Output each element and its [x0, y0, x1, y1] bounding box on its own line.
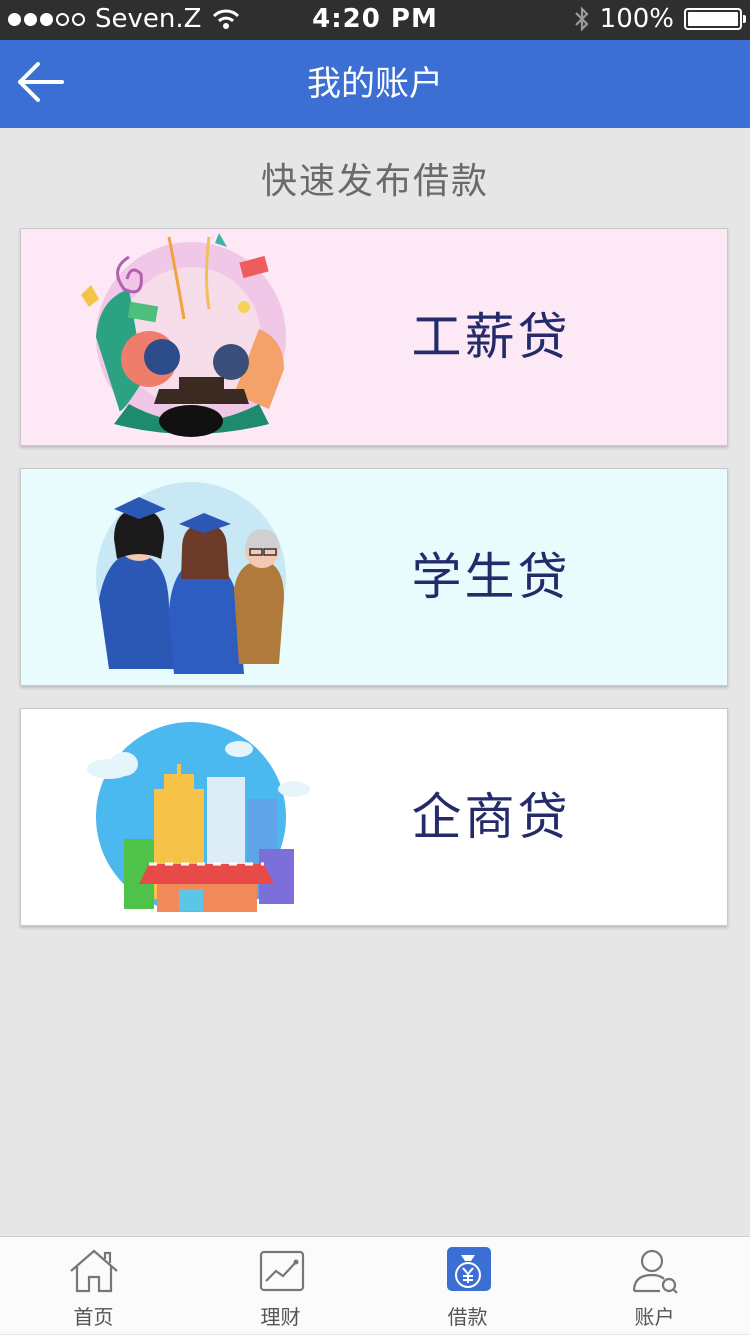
tab-home-label: 首页 [73, 1305, 114, 1329]
tab-home[interactable]: 首页 [0, 1237, 187, 1335]
tab-account-label: 账户 [634, 1305, 675, 1329]
tab-account[interactable]: 账户 [561, 1237, 748, 1335]
user-icon [632, 1249, 678, 1294]
business-loan-label: 企商贷 [411, 788, 571, 846]
status-bar: Seven.Z 4:20 PM 100% [0, 0, 750, 40]
money-bag-icon [447, 1247, 491, 1291]
celebration-illustration [81, 233, 286, 437]
battery-icon [684, 8, 746, 30]
tab-borrow[interactable]: 借款 [374, 1237, 561, 1335]
battery-percent: 100% [599, 4, 674, 34]
tab-bar: 首页 理财 借款 账户 [0, 1236, 750, 1334]
chart-icon [259, 1250, 305, 1292]
business-loan-card[interactable]: 企商贷 [20, 708, 728, 926]
home-icon [70, 1249, 118, 1293]
graduates-illustration [96, 482, 286, 674]
tab-borrow-label: 借款 [447, 1305, 488, 1329]
section-title: 快速发布借款 [260, 161, 489, 202]
bluetooth-icon [574, 6, 589, 32]
page-title: 我的账户 [307, 64, 443, 104]
tab-finance-label: 理财 [260, 1305, 301, 1329]
salary-loan-label: 工薪贷 [411, 308, 571, 366]
student-loan-label: 学生贷 [411, 548, 571, 606]
city-buildings-illustration [87, 722, 310, 912]
nav-bar: 我的账户 [0, 40, 750, 128]
tab-finance[interactable]: 理财 [187, 1237, 374, 1335]
salary-loan-card[interactable]: 工薪贷 [20, 228, 728, 446]
student-loan-card[interactable]: 学生贷 [20, 468, 728, 686]
